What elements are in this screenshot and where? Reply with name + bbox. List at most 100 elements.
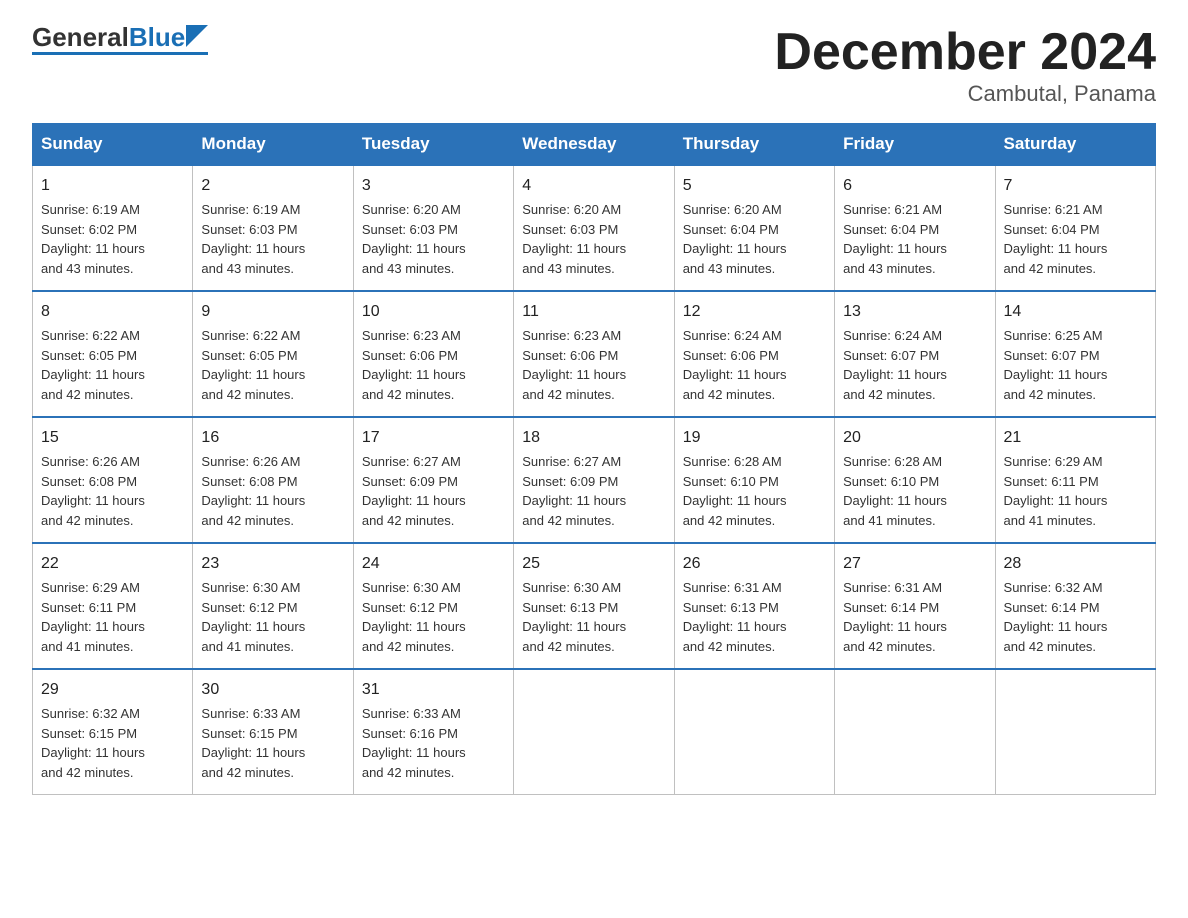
day-info: Sunrise: 6:21 AM Sunset: 6:04 PM Dayligh… <box>1004 200 1147 278</box>
calendar-week-1: 1Sunrise: 6:19 AM Sunset: 6:02 PM Daylig… <box>33 165 1156 291</box>
day-number: 24 <box>362 552 505 576</box>
calendar-week-2: 8 Sunrise: 6:22 AM Sunset: 6:05 PM Daylig… <box>33 291 1156 417</box>
day-number: 27 <box>843 552 986 576</box>
calendar-day-23: 23Sunrise: 6:30 AM Sunset: 6:12 PM Dayli… <box>193 543 353 669</box>
day-info: Sunrise: 6:26 AM Sunset: 6:08 PM Dayligh… <box>201 452 344 530</box>
calendar-header-friday: Friday <box>835 124 995 166</box>
day-info: Sunrise: 6:33 AM Sunset: 6:15 PM Dayligh… <box>201 704 344 782</box>
day-info: Sunrise: 6:27 AM Sunset: 6:09 PM Dayligh… <box>522 452 665 530</box>
calendar-day-16: 16Sunrise: 6:26 AM Sunset: 6:08 PM Dayli… <box>193 417 353 543</box>
calendar-day-15: 15Sunrise: 6:26 AM Sunset: 6:08 PM Dayli… <box>33 417 193 543</box>
day-info: Sunrise: 6:22 AM Sunset: 6:05 PM Dayligh… <box>201 326 344 404</box>
calendar-day-4: 4Sunrise: 6:20 AM Sunset: 6:03 PM Daylig… <box>514 165 674 291</box>
calendar-day-9: 9Sunrise: 6:22 AM Sunset: 6:05 PM Daylig… <box>193 291 353 417</box>
day-number: 3 <box>362 174 505 198</box>
day-number: 19 <box>683 426 826 450</box>
calendar-week-5: 29Sunrise: 6:32 AM Sunset: 6:15 PM Dayli… <box>33 669 1156 795</box>
calendar-day-19: 19Sunrise: 6:28 AM Sunset: 6:10 PM Dayli… <box>674 417 834 543</box>
day-number: 7 <box>1004 174 1147 198</box>
header: GeneralBlue December 2024 Cambutal, Pana… <box>32 24 1156 107</box>
day-number: 10 <box>362 300 505 324</box>
calendar-day-1: 1Sunrise: 6:19 AM Sunset: 6:02 PM Daylig… <box>33 165 193 291</box>
day-info: Sunrise: 6:26 AM Sunset: 6:08 PM Dayligh… <box>41 452 184 530</box>
title-block: December 2024 Cambutal, Panama <box>774 24 1156 107</box>
calendar-day-26: 26Sunrise: 6:31 AM Sunset: 6:13 PM Dayli… <box>674 543 834 669</box>
day-info: Sunrise: 6:23 AM Sunset: 6:06 PM Dayligh… <box>522 326 665 404</box>
day-number: 29 <box>41 678 184 702</box>
calendar-day-30: 30Sunrise: 6:33 AM Sunset: 6:15 PM Dayli… <box>193 669 353 795</box>
logo-triangle-icon <box>186 25 208 47</box>
day-number: 22 <box>41 552 184 576</box>
calendar-header-thursday: Thursday <box>674 124 834 166</box>
calendar-day-empty <box>835 669 995 795</box>
day-info: Sunrise: 6:30 AM Sunset: 6:12 PM Dayligh… <box>201 578 344 656</box>
calendar-day-14: 14Sunrise: 6:25 AM Sunset: 6:07 PM Dayli… <box>995 291 1155 417</box>
day-number: 15 <box>41 426 184 450</box>
calendar-header-saturday: Saturday <box>995 124 1155 166</box>
day-info: Sunrise: 6:31 AM Sunset: 6:13 PM Dayligh… <box>683 578 826 656</box>
day-info: Sunrise: 6:24 AM Sunset: 6:06 PM Dayligh… <box>683 326 826 404</box>
day-info: Sunrise: 6:21 AM Sunset: 6:04 PM Dayligh… <box>843 200 986 278</box>
day-number: 23 <box>201 552 344 576</box>
day-number: 6 <box>843 174 986 198</box>
calendar-table: SundayMondayTuesdayWednesdayThursdayFrid… <box>32 123 1156 795</box>
day-info: Sunrise: 6:31 AM Sunset: 6:14 PM Dayligh… <box>843 578 986 656</box>
day-info: Sunrise: 6:29 AM Sunset: 6:11 PM Dayligh… <box>1004 452 1147 530</box>
calendar-day-13: 13Sunrise: 6:24 AM Sunset: 6:07 PM Dayli… <box>835 291 995 417</box>
page-title: December 2024 <box>774 24 1156 81</box>
calendar-day-18: 18Sunrise: 6:27 AM Sunset: 6:09 PM Dayli… <box>514 417 674 543</box>
day-number: 2 <box>201 174 344 198</box>
day-number: 9 <box>201 300 344 324</box>
calendar-week-3: 15Sunrise: 6:26 AM Sunset: 6:08 PM Dayli… <box>33 417 1156 543</box>
day-info: Sunrise: 6:28 AM Sunset: 6:10 PM Dayligh… <box>843 452 986 530</box>
day-number: 20 <box>843 426 986 450</box>
day-number: 8 <box>41 300 184 324</box>
day-info: Sunrise: 6:33 AM Sunset: 6:16 PM Dayligh… <box>362 704 505 782</box>
calendar-day-20: 20Sunrise: 6:28 AM Sunset: 6:10 PM Dayli… <box>835 417 995 543</box>
day-info: Sunrise: 6:29 AM Sunset: 6:11 PM Dayligh… <box>41 578 184 656</box>
day-info: Sunrise: 6:27 AM Sunset: 6:09 PM Dayligh… <box>362 452 505 530</box>
day-number: 21 <box>1004 426 1147 450</box>
calendar-header-tuesday: Tuesday <box>353 124 513 166</box>
day-number: 30 <box>201 678 344 702</box>
day-info: Sunrise: 6:25 AM Sunset: 6:07 PM Dayligh… <box>1004 326 1147 404</box>
calendar-day-10: 10Sunrise: 6:23 AM Sunset: 6:06 PM Dayli… <box>353 291 513 417</box>
calendar-day-empty <box>995 669 1155 795</box>
logo-text: GeneralBlue <box>32 24 185 50</box>
day-number: 25 <box>522 552 665 576</box>
day-number: 28 <box>1004 552 1147 576</box>
calendar-header-monday: Monday <box>193 124 353 166</box>
logo: GeneralBlue <box>32 24 208 55</box>
calendar-day-3: 3Sunrise: 6:20 AM Sunset: 6:03 PM Daylig… <box>353 165 513 291</box>
calendar-header-wednesday: Wednesday <box>514 124 674 166</box>
day-number: 16 <box>201 426 344 450</box>
day-info: Sunrise: 6:30 AM Sunset: 6:13 PM Dayligh… <box>522 578 665 656</box>
day-info: Sunrise: 6:32 AM Sunset: 6:15 PM Dayligh… <box>41 704 184 782</box>
day-info: Sunrise: 6:30 AM Sunset: 6:12 PM Dayligh… <box>362 578 505 656</box>
day-number: 26 <box>683 552 826 576</box>
day-info: Sunrise: 6:24 AM Sunset: 6:07 PM Dayligh… <box>843 326 986 404</box>
day-number: 13 <box>843 300 986 324</box>
day-info: Sunrise: 6:28 AM Sunset: 6:10 PM Dayligh… <box>683 452 826 530</box>
calendar-day-12: 12Sunrise: 6:24 AM Sunset: 6:06 PM Dayli… <box>674 291 834 417</box>
day-number: 4 <box>522 174 665 198</box>
calendar-day-11: 11Sunrise: 6:23 AM Sunset: 6:06 PM Dayli… <box>514 291 674 417</box>
day-number: 31 <box>362 678 505 702</box>
day-number: 17 <box>362 426 505 450</box>
calendar-day-17: 17Sunrise: 6:27 AM Sunset: 6:09 PM Dayli… <box>353 417 513 543</box>
day-info: Sunrise: 6:20 AM Sunset: 6:03 PM Dayligh… <box>362 200 505 278</box>
calendar-day-empty <box>674 669 834 795</box>
calendar-day-21: 21Sunrise: 6:29 AM Sunset: 6:11 PM Dayli… <box>995 417 1155 543</box>
calendar-day-8: 8Sunrise: 6:22 AM Sunset: 6:05 PM Daylig… <box>33 291 193 417</box>
calendar-day-31: 31Sunrise: 6:33 AM Sunset: 6:16 PM Dayli… <box>353 669 513 795</box>
calendar-day-25: 25Sunrise: 6:30 AM Sunset: 6:13 PM Dayli… <box>514 543 674 669</box>
page-subtitle: Cambutal, Panama <box>774 81 1156 107</box>
calendar-week-4: 22Sunrise: 6:29 AM Sunset: 6:11 PM Dayli… <box>33 543 1156 669</box>
logo-line <box>32 52 208 55</box>
calendar-day-5: 5Sunrise: 6:20 AM Sunset: 6:04 PM Daylig… <box>674 165 834 291</box>
calendar-day-7: 7Sunrise: 6:21 AM Sunset: 6:04 PM Daylig… <box>995 165 1155 291</box>
calendar-day-6: 6Sunrise: 6:21 AM Sunset: 6:04 PM Daylig… <box>835 165 995 291</box>
calendar-header-row: SundayMondayTuesdayWednesdayThursdayFrid… <box>33 124 1156 166</box>
calendar-day-24: 24Sunrise: 6:30 AM Sunset: 6:12 PM Dayli… <box>353 543 513 669</box>
calendar-day-28: 28Sunrise: 6:32 AM Sunset: 6:14 PM Dayli… <box>995 543 1155 669</box>
